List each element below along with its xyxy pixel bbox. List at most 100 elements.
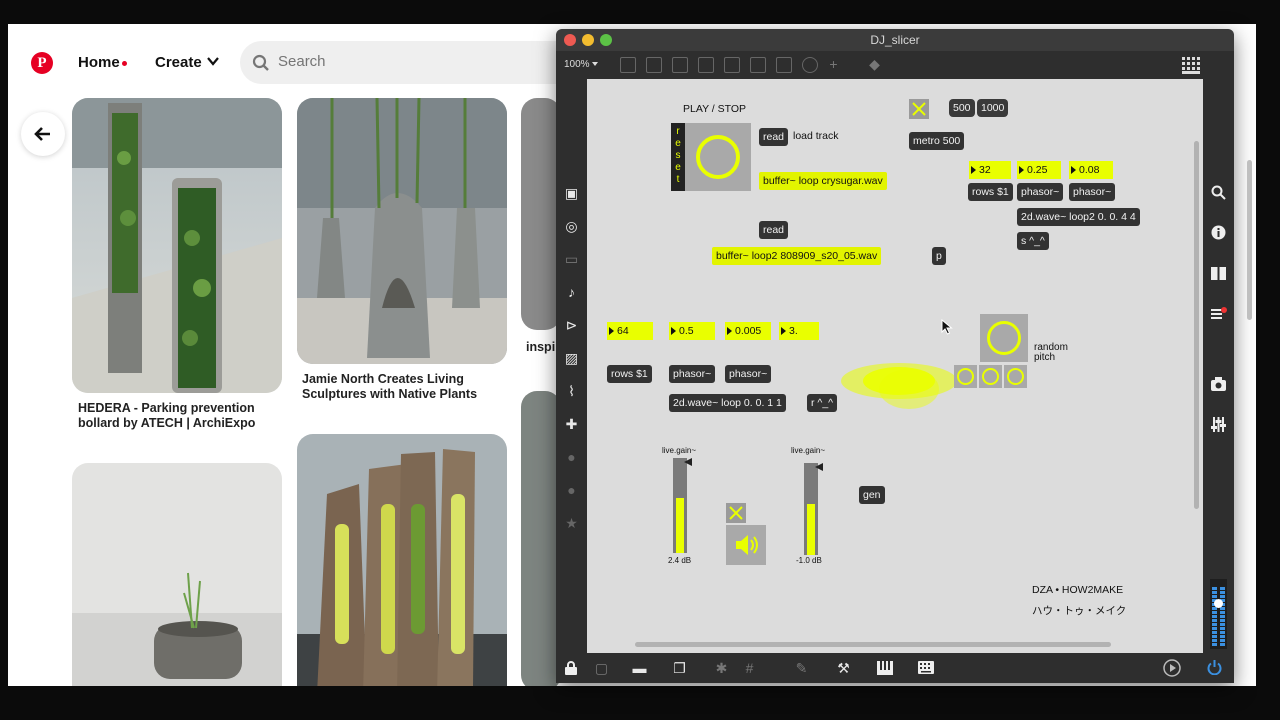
pin-image-wood-lights[interactable] (297, 434, 507, 686)
buffer-crysugar[interactable]: buffer~ loop crysugar.wav (759, 172, 887, 190)
object-icon[interactable] (620, 57, 636, 73)
toggle-icon[interactable] (698, 57, 714, 73)
gain-fader-1[interactable] (673, 458, 692, 553)
2d-wave-object[interactable]: 2d.wave~ loop2 0. 0. 4 4 (1017, 208, 1140, 226)
play-stop-bang[interactable] (685, 123, 751, 191)
music-note-icon[interactable]: ♪ (564, 285, 579, 300)
info-circle-icon[interactable]: ● (564, 450, 579, 465)
debug-icon[interactable]: ✎ (794, 661, 809, 676)
dial-icon[interactable] (802, 57, 818, 73)
random-pitch-bang[interactable] (980, 314, 1028, 362)
metro-object[interactable]: metro 500 (909, 132, 965, 150)
wrench-icon[interactable]: ⚒ (836, 661, 851, 676)
power-icon[interactable] (1207, 660, 1222, 675)
ezdac-speaker[interactable] (726, 525, 766, 565)
add-icon[interactable]: + (826, 57, 841, 72)
message-500[interactable]: 500 (949, 99, 975, 117)
message-icon[interactable] (646, 57, 662, 73)
grid-snap-icon[interactable]: # (742, 661, 757, 676)
vertical-scrollbar[interactable] (1194, 141, 1199, 509)
keyboard-icon[interactable] (918, 661, 934, 674)
number-box[interactable]: 3. (779, 322, 819, 340)
chevron-down-icon[interactable] (206, 54, 220, 68)
grid-icon[interactable] (1182, 57, 1200, 74)
search-input[interactable] (278, 53, 558, 70)
windows-icon[interactable]: ❐ (672, 661, 687, 676)
read-message[interactable]: read (759, 221, 789, 239)
phasor-object[interactable]: phasor~ (725, 365, 772, 383)
reset-button[interactable]: r e s e t (671, 123, 685, 191)
gen-object[interactable]: gen (859, 486, 885, 504)
pin-image-sculptures[interactable] (297, 98, 507, 364)
chevron-down-icon[interactable] (592, 62, 598, 67)
dial-icon[interactable]: ✱ (714, 661, 729, 676)
paint-icon[interactable]: ◆ (867, 57, 882, 72)
search-bar[interactable] (240, 41, 580, 84)
phasor-object[interactable]: phasor~ (669, 365, 716, 383)
number-box[interactable]: 0.25 (1017, 161, 1061, 179)
book-icon[interactable] (1211, 267, 1226, 280)
target-icon[interactable]: ◎ (564, 219, 579, 234)
gain-fader-2[interactable] (804, 463, 823, 555)
patcher-canvas[interactable]: PLAY / STOP r e s e t read load track bu… (587, 79, 1203, 653)
message-1000[interactable]: 1000 (977, 99, 1009, 117)
star-icon[interactable]: ★ (564, 516, 579, 531)
page-scrollbar[interactable] (1247, 160, 1252, 320)
dac-toggle[interactable] (726, 503, 746, 523)
camera-icon[interactable] (1211, 377, 1226, 391)
subpatcher-p[interactable]: p (932, 247, 946, 265)
pin-image-bollard[interactable] (72, 98, 282, 393)
image-icon[interactable]: ▨ (564, 351, 579, 366)
zoom-menu[interactable]: 100% (564, 59, 590, 70)
bang-small[interactable] (979, 365, 1002, 388)
nav-create[interactable]: Create (155, 54, 202, 71)
buffer-808909[interactable]: buffer~ loop2 808909_s20_05.wav (712, 247, 882, 265)
paperclip-icon[interactable]: ⌇ (564, 384, 579, 399)
volume-knob[interactable] (1214, 599, 1223, 608)
title-bar[interactable]: DJ_slicer (556, 29, 1234, 51)
number-box[interactable]: 0.08 (1069, 161, 1113, 179)
puzzle-icon[interactable]: ✚ (564, 417, 579, 432)
pin-title[interactable]: Jamie North Creates Living Sculptures wi… (302, 372, 502, 402)
phasor-object[interactable]: phasor~ (1069, 183, 1116, 201)
number-box[interactable]: 64 (607, 322, 653, 340)
number-box[interactable]: 0.005 (725, 322, 771, 340)
pin-title[interactable]: HEDERA - Parking prevention bollard by A… (78, 401, 278, 431)
receive-object[interactable]: r ^_^ (807, 394, 838, 412)
lock-icon[interactable] (565, 661, 577, 675)
pin-image-bowl[interactable] (72, 463, 282, 686)
help-icon[interactable]: ● (564, 483, 579, 498)
play-icon[interactable] (1163, 659, 1181, 677)
slider-icon[interactable] (776, 57, 792, 73)
list-icon[interactable] (1211, 307, 1227, 322)
info-icon[interactable] (1211, 225, 1226, 240)
read-message[interactable]: read (759, 128, 789, 146)
package-icon[interactable]: ▣ (564, 186, 579, 201)
number-icon[interactable] (750, 57, 766, 73)
pin-image[interactable] (521, 98, 561, 330)
2d-wave-object[interactable]: 2d.wave~ loop 0. 0. 1 1 (669, 394, 786, 412)
send-object[interactable]: s ^_^ (1017, 232, 1049, 250)
piano-icon[interactable] (877, 661, 893, 675)
bang-small[interactable] (954, 365, 977, 388)
pinterest-logo[interactable]: P (31, 52, 53, 74)
bang-small[interactable] (1004, 365, 1027, 388)
mixer-icon[interactable] (1211, 417, 1226, 432)
panel-icon[interactable]: ▭ (564, 252, 579, 267)
metro-toggle[interactable] (909, 99, 929, 119)
comment-bubble-icon[interactable]: ▬ (632, 661, 647, 676)
bang-icon[interactable] (724, 57, 740, 73)
pin-image[interactable] (521, 391, 561, 686)
step-icon[interactable]: ⊳ (564, 318, 579, 333)
comment-icon[interactable] (672, 57, 688, 73)
back-button[interactable] (21, 112, 65, 156)
phasor-object[interactable]: phasor~ (1017, 183, 1064, 201)
number-box[interactable]: 32 (969, 161, 1011, 179)
horizontal-scrollbar[interactable] (635, 642, 1111, 647)
number-box[interactable]: 0.5 (669, 322, 715, 340)
rows-message[interactable]: rows $1 (607, 365, 652, 383)
nav-home[interactable]: Home (78, 54, 120, 71)
rows-message[interactable]: rows $1 (968, 183, 1013, 201)
search-icon[interactable] (1211, 185, 1226, 200)
presentation-icon[interactable]: ▢ (594, 661, 609, 676)
